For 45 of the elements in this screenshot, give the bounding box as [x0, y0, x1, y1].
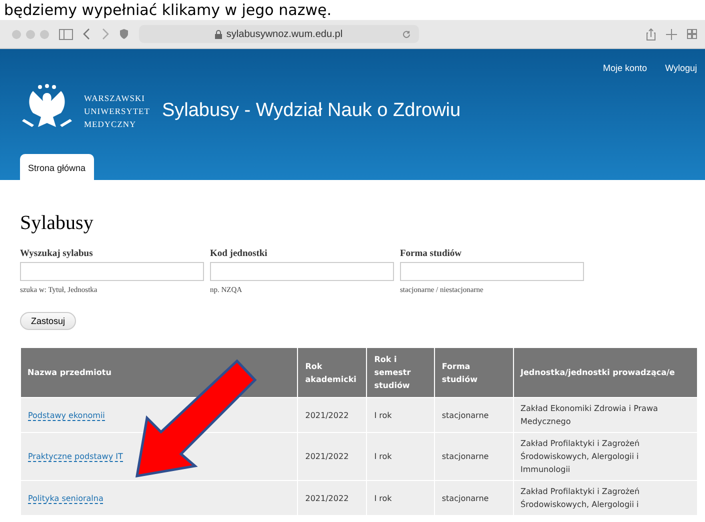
table-cell: Zakład Profilaktyki i Zagrożeń Środowiskowych, Alergologii i Immunologii	[513, 432, 698, 480]
apply-button[interactable]: Zastosuj	[20, 312, 76, 330]
user-link[interactable]: Moje konto	[603, 63, 648, 73]
column-header: Forma studiów	[434, 348, 514, 398]
column-header: Jednostka/jednostki prowadząca/e	[513, 348, 698, 398]
field-label: Kod jednostki	[210, 249, 268, 259]
field-label: Forma studiów	[400, 249, 462, 259]
page-title: Sylabusy	[20, 212, 94, 235]
reload-icon[interactable]	[402, 30, 411, 38]
table-cell: 2021/2022	[298, 398, 367, 432]
table-cell: I rok	[366, 480, 434, 516]
grid-icon[interactable]	[687, 29, 697, 39]
forward-icon[interactable]	[101, 28, 109, 40]
input-field[interactable]	[400, 262, 584, 281]
field-label: Wyszukaj sylabus	[20, 249, 94, 259]
table-cell: stacjonarne	[434, 432, 514, 480]
site-title: Sylabusy - Wydział Nauk o Zdrowiu	[162, 100, 461, 122]
address-bar[interactable]: sylabusywnoz.wum.edu.pl	[139, 25, 419, 43]
user-link[interactable]: Wyloguj	[665, 63, 697, 73]
university-name: WARSZAWSKI UNIWERSYTET MEDYCZNY	[84, 92, 150, 130]
column-header: Rok akademicki	[298, 348, 367, 398]
table-cell: I rok	[366, 398, 434, 432]
input-field[interactable]	[20, 262, 204, 281]
input-field[interactable]	[210, 262, 394, 281]
column-header: Nazwa przedmiotu	[20, 348, 298, 398]
sidebar-icon[interactable]	[59, 28, 73, 40]
share-icon[interactable]	[646, 28, 656, 40]
table-cell: I rok	[366, 432, 434, 480]
table-cell: Zakład Profilaktyki i Zagrożeń Środowiskowych, Alergologii i	[513, 480, 698, 516]
course-link[interactable]: Podstawy ekonomii	[28, 410, 105, 420]
caption-text: będziemy wypełniać klikamy w jego nazwę.	[3, 0, 332, 20]
home-tab[interactable]: Strona główna	[20, 154, 94, 180]
window-controls-icon	[12, 30, 49, 38]
back-icon[interactable]	[83, 28, 91, 40]
course-link[interactable]: Praktyczne podstawy IT	[28, 452, 123, 462]
table-cell: stacjonarne	[434, 480, 514, 516]
shield-icon[interactable]	[119, 28, 129, 40]
lock-icon	[215, 30, 222, 38]
table-cell: Zakład Ekonomiki Zdrowia i Prawa Medycznego	[513, 398, 698, 432]
column-header: Rok i semestr studiów	[366, 348, 434, 398]
table-cell: 2021/2022	[298, 432, 367, 480]
course-link[interactable]: Polityka senioralna	[28, 494, 104, 504]
table-cell: 2021/2022	[298, 480, 367, 516]
plus-icon[interactable]	[666, 28, 677, 40]
table-cell: stacjonarne	[434, 398, 514, 432]
